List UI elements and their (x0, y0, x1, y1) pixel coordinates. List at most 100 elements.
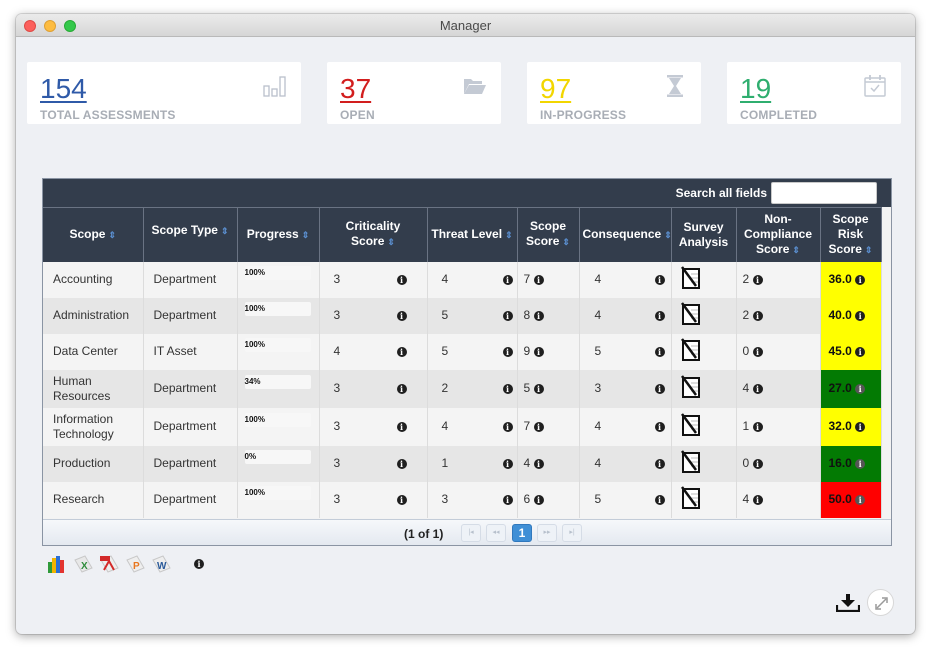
last-page-button[interactable]: ▸| (562, 524, 582, 542)
info-icon[interactable]: i (752, 421, 763, 432)
column-header-scope[interactable]: Scope ⇕ (43, 207, 144, 262)
info-icon[interactable]: i (533, 274, 544, 285)
stat-card-open[interactable]: 37 OPEN (327, 62, 501, 124)
expand-button[interactable] (867, 589, 894, 616)
survey-analysis-icon[interactable] (680, 337, 726, 366)
survey-analysis-icon[interactable] (680, 374, 726, 403)
sort-icon[interactable]: ⇕ (562, 237, 570, 247)
sort-icon[interactable]: ⇕ (108, 230, 116, 240)
info-icon[interactable]: i (396, 346, 407, 357)
info-icon[interactable]: i (752, 274, 763, 285)
sort-icon[interactable]: ⇕ (792, 245, 800, 255)
maximize-window-button[interactable] (64, 20, 76, 32)
sort-icon[interactable]: ⇕ (221, 226, 229, 236)
info-icon[interactable]: i (855, 494, 866, 505)
column-header-scope-risk-score[interactable]: Scope Risk Score ⇕ (820, 207, 882, 262)
info-icon[interactable]: i (654, 494, 665, 505)
info-icon[interactable]: i (654, 383, 665, 394)
info-icon[interactable]: i (502, 346, 513, 357)
chart-export-icon[interactable] (46, 554, 68, 574)
info-icon[interactable]: i (654, 310, 665, 321)
next-page-button[interactable]: ▸▸ (537, 524, 557, 542)
excel-export-icon[interactable]: X (72, 554, 94, 574)
stat-card-in-progress[interactable]: 97 IN-PROGRESS (527, 62, 701, 124)
info-icon[interactable]: i (502, 458, 513, 469)
info-icon[interactable]: i (396, 494, 407, 505)
info-icon[interactable]: i (396, 310, 407, 321)
column-header-scope-type[interactable]: Scope Type ⇕ (143, 207, 238, 262)
info-icon[interactable]: i (855, 383, 866, 394)
minimize-window-button[interactable] (44, 20, 56, 32)
column-header-criticality-score[interactable]: Criticality Score ⇕ (319, 207, 428, 262)
sort-icon[interactable]: ⇕ (302, 230, 310, 240)
info-icon[interactable]: i (396, 383, 407, 394)
progress-bar: 100% (244, 262, 311, 298)
download-icon[interactable] (836, 594, 860, 612)
info-icon[interactable]: i (533, 310, 544, 321)
table-row[interactable]: Accounting Department 100% 3 i 4 i 7 i4i2 i 36.0… (43, 261, 882, 298)
stat-card-completed[interactable]: 19 COMPLETED (727, 62, 901, 124)
search-input[interactable] (771, 182, 877, 204)
table-row[interactable]: Research Department 100% 3 i 3 i 6 i5i4 i 50.0 i (43, 481, 882, 518)
table-row[interactable]: Production Department 0% 3 i 1 i 4 i4i0 i 16.0 i (43, 445, 882, 482)
page-1-button[interactable]: 1 (512, 524, 532, 542)
info-icon[interactable]: i (533, 494, 544, 505)
info-icon[interactable]: i (396, 274, 407, 285)
survey-analysis-icon[interactable] (680, 301, 726, 330)
info-icon[interactable]: i (502, 274, 513, 285)
sort-icon[interactable]: ⇕ (865, 245, 873, 255)
info-icon[interactable]: i (654, 274, 665, 285)
info-icon[interactable]: i (654, 346, 665, 357)
stat-value[interactable]: 154 (40, 74, 87, 104)
info-icon[interactable]: i (855, 346, 866, 357)
column-header-threat-level[interactable]: Threat Level ⇕ (427, 207, 518, 262)
info-icon[interactable]: i (533, 421, 544, 432)
info-icon[interactable]: i (855, 274, 866, 285)
info-icon[interactable]: i (502, 494, 513, 505)
word-export-icon[interactable]: W (150, 554, 172, 574)
table-row[interactable]: Data Center IT Asset 100% 4 i 5 i 9 i5i0 i 45.0 … (43, 333, 882, 370)
survey-analysis-icon[interactable] (680, 485, 726, 514)
info-icon[interactable]: i (654, 421, 665, 432)
sort-icon[interactable]: ⇕ (387, 237, 395, 247)
info-icon[interactable]: i (855, 421, 866, 432)
info-icon[interactable]: i (855, 458, 866, 469)
close-window-button[interactable] (24, 20, 36, 32)
info-icon[interactable]: i (502, 421, 513, 432)
previous-page-button[interactable]: ◂◂ (486, 524, 506, 542)
survey-analysis-icon[interactable] (680, 449, 726, 478)
column-header-scope-score[interactable]: Scope Score ⇕ (517, 207, 580, 262)
sort-icon[interactable]: ⇕ (664, 230, 672, 240)
stat-value[interactable]: 97 (540, 74, 571, 104)
info-icon[interactable]: i (533, 383, 544, 394)
stat-card-total[interactable]: 154 TOTAL ASSESSMENTS (27, 62, 301, 124)
column-header-progress[interactable]: Progress ⇕ (237, 207, 320, 262)
stat-value[interactable]: 19 (740, 74, 771, 104)
info-icon[interactable]: i (502, 383, 513, 394)
powerpoint-export-icon[interactable]: P (124, 554, 146, 574)
info-icon[interactable]: i (752, 458, 763, 469)
info-icon[interactable]: i (194, 559, 204, 569)
info-icon[interactable]: i (533, 346, 544, 357)
stat-value[interactable]: 37 (340, 74, 371, 104)
info-icon[interactable]: i (654, 458, 665, 469)
info-icon[interactable]: i (533, 458, 544, 469)
survey-analysis-icon[interactable] (680, 412, 726, 441)
column-header-consequence[interactable]: Consequence ⇕ (579, 207, 672, 262)
table-row[interactable]: Human Resources Department 34% 3 i 2 i 5 i3i4 i… (43, 369, 882, 408)
column-header-non-compliance-score[interactable]: Non-Compliance Score ⇕ (736, 207, 821, 262)
first-page-button[interactable]: |◂ (461, 524, 481, 542)
info-icon[interactable]: i (752, 383, 763, 394)
info-icon[interactable]: i (752, 310, 763, 321)
sort-icon[interactable]: ⇕ (505, 230, 513, 240)
table-row[interactable]: Administration Department 100% 3 i 5 i 8 i4i 2 i… (43, 297, 882, 334)
info-icon[interactable]: i (752, 346, 763, 357)
info-icon[interactable]: i (396, 458, 407, 469)
info-icon[interactable]: i (752, 494, 763, 505)
info-icon[interactable]: i (855, 310, 866, 321)
survey-analysis-icon[interactable] (680, 265, 726, 294)
info-icon[interactable]: i (396, 421, 407, 432)
info-icon[interactable]: i (502, 310, 513, 321)
table-row[interactable]: Information Technology Department 100% 3 i 4 i… (43, 407, 882, 446)
pdf-export-icon[interactable] (98, 554, 120, 574)
